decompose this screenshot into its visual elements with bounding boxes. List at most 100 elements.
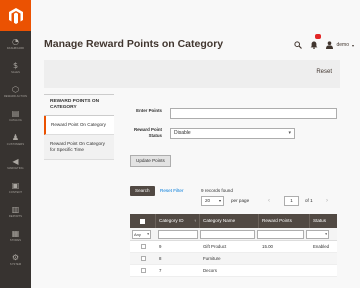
content-icon: ▣ <box>11 181 20 190</box>
nav-label: Sales <box>11 71 20 74</box>
checkbox-box <box>140 256 146 261</box>
filter-category-name-input[interactable] <box>200 229 255 239</box>
magento-logo[interactable] <box>0 0 31 31</box>
dollar-icon: $ <box>12 61 19 70</box>
table-row[interactable]: 9 Gift Product 15.00 Enabled <box>130 241 337 253</box>
tabs-title: REWARD POINTS ON CATEGORY <box>44 94 114 116</box>
nav-label: Reports <box>8 215 23 218</box>
filter-status-select[interactable]: ▾ <box>306 229 329 239</box>
enter-points-row: Enter Points <box>122 108 162 114</box>
dashboard-icon: ◔ <box>12 37 19 46</box>
status-select[interactable]: Disable ▾ <box>170 128 295 139</box>
gear-icon: ⚙ <box>11 253 20 262</box>
cell-category-id: 8 <box>159 256 162 261</box>
page-number-input[interactable]: 1 <box>284 196 299 206</box>
chevron-down-icon: ▾ <box>351 42 354 48</box>
chevron-down-icon: ▾ <box>147 231 149 236</box>
row-checkbox[interactable] <box>130 256 156 261</box>
status-select-value: Disable <box>174 130 191 136</box>
cube-icon: ⬡ <box>12 85 19 94</box>
any-select-value: Any <box>134 231 141 237</box>
column-header-category-name[interactable]: Category Name <box>200 214 259 228</box>
reset-filter-link[interactable]: Reset Filter <box>160 188 184 193</box>
magento-logo-icon <box>8 7 23 24</box>
next-page-button[interactable]: › <box>322 196 332 206</box>
page-title: Manage Reward Points on Category <box>44 38 224 50</box>
cell-reward-points: 15.00 <box>262 244 273 249</box>
notification-badge <box>315 34 322 39</box>
nav-catalog[interactable]: ▤ Catalog <box>0 109 31 129</box>
reset-button[interactable]: Reset <box>316 69 332 75</box>
cell-category-name: Decors <box>203 268 217 273</box>
filter-category-id-cell <box>156 228 198 241</box>
column-header-reward-points[interactable]: Reward Points <box>259 214 310 228</box>
nav-sales[interactable]: $ Sales <box>0 61 31 81</box>
user-icon <box>326 41 334 49</box>
cell-category-name: Gift Product <box>203 244 227 249</box>
filter-category-id-input[interactable] <box>158 229 198 239</box>
per-page-label: per page <box>231 198 250 203</box>
nav-label: Dashboard <box>6 47 25 50</box>
column-header-label: Category ID <box>159 218 184 223</box>
column-header-status[interactable]: Status <box>310 214 337 228</box>
nav-reward-action[interactable]: ⬡ Reward Action <box>0 85 31 105</box>
table-row[interactable]: 7 Decors <box>130 265 337 277</box>
grid-header-row: Category ID ↑ Category Name Reward Point… <box>130 214 337 228</box>
chevron-down-icon: ▾ <box>218 198 221 203</box>
cell-category-name: Furniture <box>203 256 221 261</box>
chevron-down-icon: ▾ <box>325 231 327 236</box>
nav-customers[interactable]: ♟ Customers <box>0 133 31 153</box>
row-checkbox[interactable] <box>130 244 156 249</box>
row-checkbox[interactable] <box>130 268 156 273</box>
nav-content[interactable]: ▣ Content <box>0 181 31 201</box>
filter-status-cell: ▾ <box>304 228 329 241</box>
checkbox-box <box>140 268 146 273</box>
sort-arrow-icon: ↑ <box>194 218 196 223</box>
table-row[interactable]: 8 Furniture <box>130 253 337 265</box>
category-grid: Category ID ↑ Category Name Reward Point… <box>130 214 337 277</box>
nav-label: Marketing <box>7 167 24 170</box>
notifications-bell[interactable] <box>310 34 322 54</box>
nav-reports[interactable]: ▥ Reports <box>0 205 31 225</box>
bar-chart-icon: ▥ <box>11 205 20 214</box>
status-label: Reward Point Status <box>133 127 162 138</box>
select-all-checkbox[interactable] <box>130 214 156 228</box>
nav-label: Customers <box>6 143 25 146</box>
nav-label: Catalog <box>9 119 22 122</box>
filter-reward-points-input[interactable] <box>257 229 304 239</box>
nav-label: System <box>9 263 22 266</box>
any-select[interactable]: Any ▾ <box>132 229 151 239</box>
checkbox-box <box>140 218 145 224</box>
store-icon: ▦ <box>11 229 20 238</box>
per-page-select[interactable]: 20 ▾ <box>201 196 224 206</box>
nav-label: Reward Action <box>3 95 28 98</box>
per-page-value: 20 <box>205 198 211 203</box>
page-of-label: of 1 <box>305 198 313 203</box>
admin-sidebar: ◔ Dashboard $ Sales ⬡ Reward Action ▤ Ca… <box>0 0 31 288</box>
tab-reward-point-specific-time[interactable]: Reward Point On Category for Specific Ti… <box>44 135 114 160</box>
enter-points-label: Enter Points <box>136 108 162 113</box>
cell-category-id: 7 <box>159 268 162 273</box>
filter-reward-points-cell <box>255 228 304 241</box>
filter-category-name-cell <box>198 228 255 241</box>
catalog-icon: ▤ <box>11 109 20 118</box>
update-points-button[interactable]: Update Points <box>130 155 171 167</box>
nav-stores[interactable]: ▦ Stores <box>0 229 31 249</box>
megaphone-icon: ◀ <box>12 157 19 166</box>
search-button[interactable]: Search <box>130 186 155 196</box>
nav-system[interactable]: ⚙ System <box>0 253 31 273</box>
previous-page-button[interactable]: ‹ <box>264 196 274 206</box>
user-name: demo <box>336 42 349 48</box>
user-menu[interactable]: demo ▾ <box>326 41 354 49</box>
search-icon[interactable] <box>294 41 303 49</box>
tab-reward-point-on-category[interactable]: Reward Point On Category <box>44 116 114 135</box>
side-tabs: REWARD POINTS ON CATEGORY Reward Point O… <box>44 94 114 160</box>
nav-marketing[interactable]: ◀ Marketing <box>0 157 31 177</box>
records-found: 9 records found <box>201 188 233 193</box>
column-header-category-id[interactable]: Category ID ↑ <box>156 214 200 228</box>
cell-status: Enabled <box>313 244 330 249</box>
nav-dashboard[interactable]: ◔ Dashboard <box>0 37 31 57</box>
customer-icon: ♟ <box>11 133 20 142</box>
chevron-down-icon: ▾ <box>288 130 291 136</box>
enter-points-input[interactable] <box>170 108 337 119</box>
